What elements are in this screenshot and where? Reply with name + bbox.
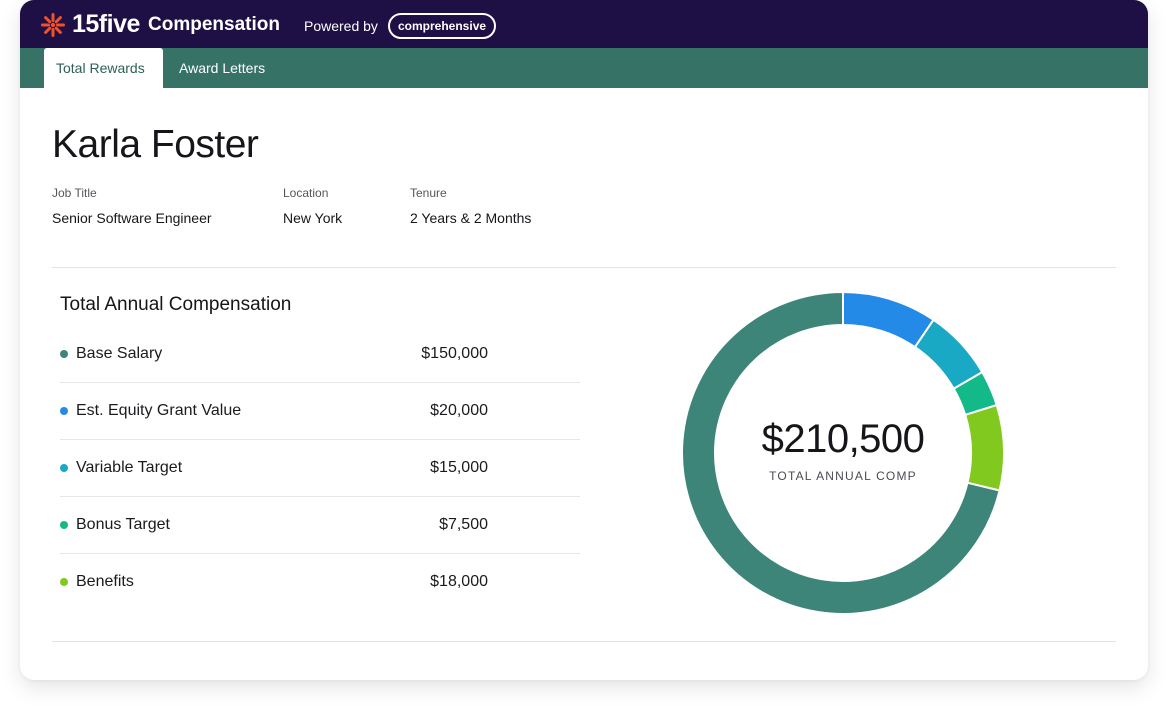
legend-dot xyxy=(60,578,68,586)
tenure-label: Tenure xyxy=(410,186,447,200)
comp-item-value: $7,500 xyxy=(439,516,488,533)
list-item: Bonus Target $7,500 xyxy=(60,497,580,554)
legend-dot xyxy=(60,407,68,415)
legend-dot xyxy=(60,521,68,529)
section-divider xyxy=(52,267,1116,268)
location-value: New York xyxy=(283,210,343,226)
list-item: Base Salary $150,000 xyxy=(60,326,580,383)
brand-name: 15five xyxy=(72,10,140,38)
donut-total-caption: TOTAL ANNUAL COMP xyxy=(769,469,917,483)
tab-award-letters[interactable]: Award Letters xyxy=(167,48,277,88)
comp-item-value: $150,000 xyxy=(421,345,488,362)
section-divider xyxy=(52,641,1116,642)
list-item: Benefits $18,000 xyxy=(60,554,580,610)
tenure-field: Tenure 2 Years & 2 Months xyxy=(410,185,531,227)
starburst-logo-icon xyxy=(41,13,65,37)
top-bar: 15five Compensation Powered by comprehen… xyxy=(20,0,1148,48)
tab-bar: Total Rewards Award Letters xyxy=(20,48,1148,88)
list-item: Variable Target $15,000 xyxy=(60,440,580,497)
comp-item-label: Benefits xyxy=(76,573,134,590)
list-item: Est. Equity Grant Value $20,000 xyxy=(60,383,580,440)
comp-item-label: Bonus Target xyxy=(76,516,170,533)
tab-total-rewards[interactable]: Total Rewards xyxy=(44,48,163,88)
tenure-value: 2 Years & 2 Months xyxy=(410,210,532,226)
compensation-donut-chart: $210,500 TOTAL ANNUAL COMP xyxy=(680,290,1006,616)
comp-item-value: $15,000 xyxy=(430,459,488,476)
donut-total-value: $210,500 xyxy=(761,417,925,461)
product-name: Compensation xyxy=(148,14,280,35)
comp-item-label: Variable Target xyxy=(76,459,183,476)
powered-by-label: Powered by xyxy=(304,18,378,34)
partner-logo: comprehensive xyxy=(388,13,497,39)
job-title-label: Job Title xyxy=(52,186,97,200)
comp-item-value: $20,000 xyxy=(430,402,488,419)
comp-item-value: $18,000 xyxy=(430,573,488,590)
location-label: Location xyxy=(283,186,329,200)
comp-item-label: Est. Equity Grant Value xyxy=(76,402,242,419)
comp-item-label: Base Salary xyxy=(76,345,163,362)
job-title-field: Job Title Senior Software Engineer xyxy=(52,185,212,227)
section-title: Total Annual Compensation xyxy=(60,294,292,315)
compensation-card: 15five Compensation Powered by comprehen… xyxy=(20,0,1148,680)
location-field: Location New York xyxy=(283,185,342,227)
legend-dot xyxy=(60,350,68,358)
legend-dot xyxy=(60,464,68,472)
compensation-list: Base Salary $150,000 Est. Equity Grant V… xyxy=(60,326,580,610)
employee-name: Karla Foster xyxy=(52,123,259,166)
job-title-value: Senior Software Engineer xyxy=(52,210,212,226)
